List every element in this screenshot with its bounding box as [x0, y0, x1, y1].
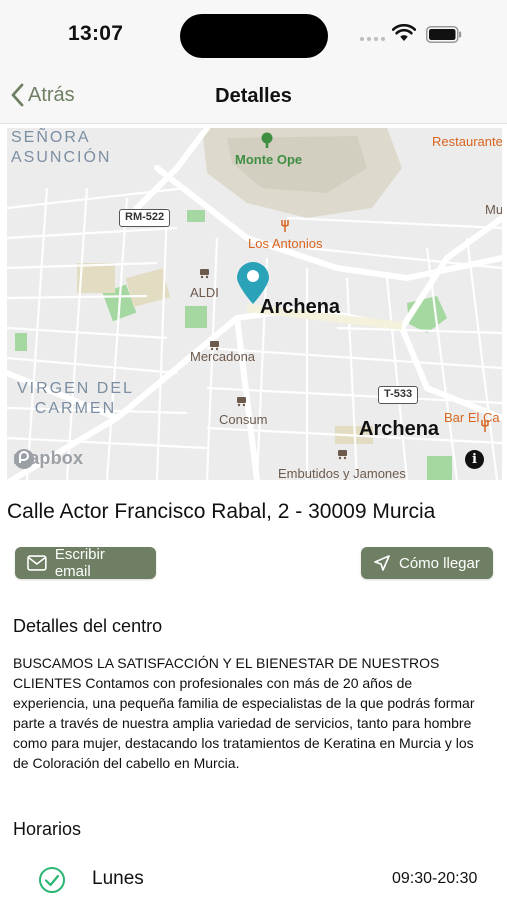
navigation-arrow-icon	[374, 555, 390, 571]
info-icon[interactable]: i	[465, 450, 484, 469]
road-shield: RM-522	[119, 209, 171, 227]
battery-icon	[426, 26, 462, 43]
schedule-day: Lunes	[92, 868, 144, 889]
wifi-icon	[392, 24, 416, 41]
status-time: 13:07	[68, 22, 124, 45]
schedule-hours: 09:30-20:30	[392, 870, 478, 887]
district-line: ASUNCIÓN	[11, 149, 112, 166]
mapbox-logo-icon	[14, 449, 34, 469]
write-email-label: Escribir email	[54, 546, 105, 580]
schedule-heading: Horarios	[13, 819, 82, 839]
details-heading: Detalles del centro	[13, 616, 163, 636]
district-line: CARMEN	[34, 400, 117, 417]
map-label-poi: Monte Ope	[235, 152, 303, 167]
address-text: Calle Actor Francisco Rabal, 2 - 30009 M…	[7, 500, 436, 523]
map-label-city: Archena	[359, 418, 440, 440]
map-label-district: SEÑORA ASUNCIÓN	[11, 128, 111, 168]
directions-label: Cómo llegar	[399, 554, 480, 572]
map-label-poi: Restaurante	[432, 134, 502, 149]
map-label-poi: Embutidos y Jamones	[278, 466, 406, 480]
map-label-city: Archena	[260, 296, 341, 318]
map-label-poi: Los Antonios	[248, 236, 323, 251]
navigation-bar: Atrás Detalles	[0, 70, 507, 124]
map-label-poi: Bar El Ca	[444, 410, 500, 425]
envelope-icon	[27, 555, 47, 571]
dynamic-island	[180, 14, 328, 58]
write-email-button[interactable]: Escribir email	[15, 546, 156, 580]
details-description: BUSCAMOS LA SATISFACCIÓN Y EL BIENESTAR …	[13, 655, 475, 771]
schedule-row: Lunes 09:30-20:30	[0, 862, 507, 896]
map-label-poi: Consum	[219, 412, 268, 427]
district-line: SEÑORA	[11, 129, 91, 146]
directions-button[interactable]: Cómo llegar	[361, 547, 493, 579]
district-line: VIRGEN DEL	[17, 380, 134, 397]
page-title: Detalles	[215, 85, 292, 107]
map-label-poi: ALDI	[190, 285, 219, 300]
map-label-poi: Mu	[485, 202, 502, 217]
status-bar: 13:07	[0, 0, 507, 70]
location-map[interactable]: SEÑORA ASUNCIÓN VIRGEN DEL CARMEN Monte …	[7, 128, 502, 480]
map-label-district: VIRGEN DEL CARMEN	[17, 379, 134, 419]
mapbox-logo[interactable]: mapbox	[13, 448, 83, 469]
cellular-signal-icon	[360, 37, 385, 41]
check-circle-icon	[39, 867, 65, 893]
map-label-poi: Mercadona	[190, 349, 256, 364]
road-shield: T-533	[378, 386, 419, 404]
